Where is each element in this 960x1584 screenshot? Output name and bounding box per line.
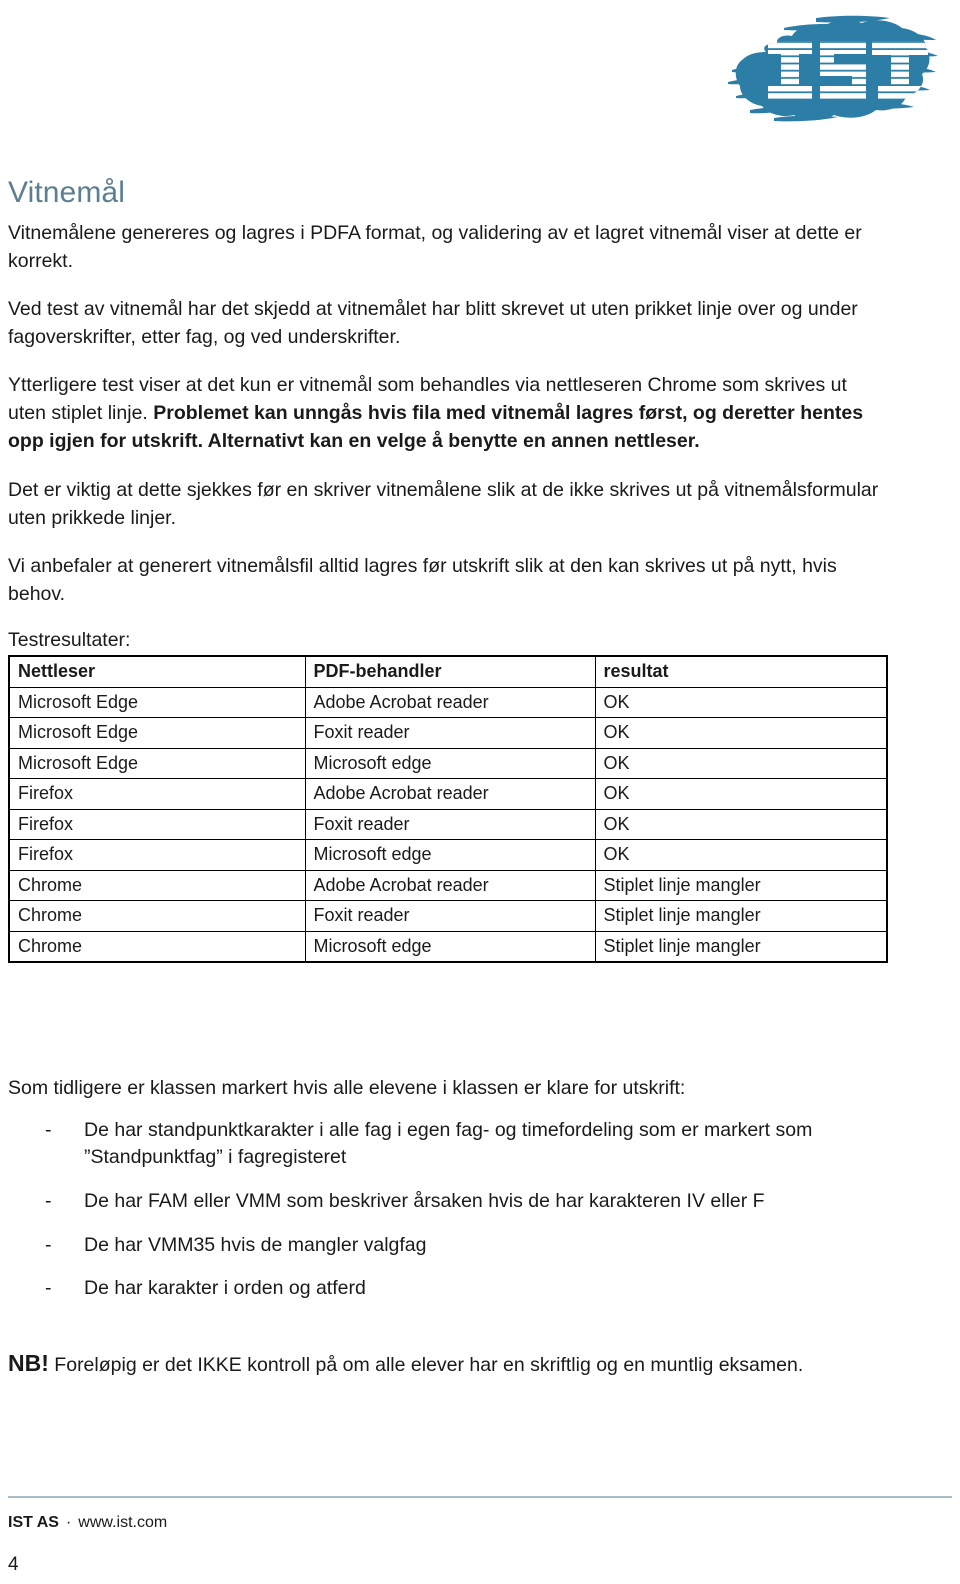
cell-browser: Firefox <box>8 778 306 810</box>
ist-wordmark <box>768 41 928 99</box>
paragraph-warning-check: Det er viktig at dette sjekkes før en sk… <box>8 476 888 532</box>
table-row: Chrome Microsoft edge Stiplet linje mang… <box>8 930 888 963</box>
cell-pdf-handler: Adobe Acrobat reader <box>304 778 596 810</box>
paragraph-text: Det er viktig at dette sjekkes før en sk… <box>8 478 879 529</box>
cell-browser: Chrome <box>8 930 306 963</box>
list-item-label: De har VMM35 hvis de mangler valgfag <box>84 1233 427 1256</box>
paragraph-text: Vitnemålene genereres og lagres i PDFA f… <box>8 222 862 273</box>
note-line: NB! Foreløpig er det IKKE kontroll på om… <box>8 1347 900 1379</box>
cell-pdf-handler: Microsoft edge <box>304 930 596 963</box>
cell-result: Stiplet linje mangler <box>594 900 888 932</box>
cell-pdf-handler: Foxit reader <box>304 808 596 841</box>
note-marker: NB! <box>8 1349 49 1376</box>
cell-browser: Chrome <box>8 900 306 932</box>
dash-marker-icon: - <box>45 1189 52 1212</box>
dash-marker-icon: - <box>45 1233 52 1256</box>
footer-separator: · <box>65 1514 72 1531</box>
list-item-label: De har standpunktkarakter i alle fag i e… <box>84 1118 813 1169</box>
cell-pdf-handler: Foxit reader <box>304 717 596 749</box>
cell-result: OK <box>594 778 888 810</box>
cell-result: OK <box>594 686 888 719</box>
cell-pdf-handler: Adobe Acrobat reader <box>304 869 596 902</box>
list-item-label: De har FAM eller VMM som beskriver årsak… <box>84 1189 765 1212</box>
page-title: Vitnemål <box>8 176 125 209</box>
page-number: 4 <box>8 1554 19 1575</box>
ist-logo <box>726 14 938 126</box>
cell-result: Stiplet linje mangler <box>594 930 888 963</box>
note-text: Foreløpig er det IKKE kontroll på om all… <box>48 1353 804 1376</box>
cell-browser: Microsoft Edge <box>8 717 306 749</box>
footer-website: www.ist.com <box>78 1514 168 1531</box>
table-caption: Testresultater: <box>8 628 131 651</box>
list-item: - De har VMM35 hvis de mangler valgfag <box>8 1232 900 1260</box>
test-results-table: Nettleser PDF-behandler resultat Microso… <box>8 655 888 964</box>
paragraph-test-observation: Ved test av vitnemål har det skjedd at v… <box>8 295 888 351</box>
document-page: Vitnemål Vitnemålene genereres og lagres… <box>0 0 960 1584</box>
paragraph-intro: Vitnemålene genereres og lagres i PDFA f… <box>8 219 888 275</box>
list-item: - De har FAM eller VMM som beskriver års… <box>8 1188 900 1216</box>
table-row: Firefox Adobe Acrobat reader OK <box>8 778 888 810</box>
cell-browser: Microsoft Edge <box>8 747 306 780</box>
cell-browser: Firefox <box>8 839 306 871</box>
column-header-nettleser: Nettleser <box>8 655 306 688</box>
paragraph-recommendation: Vi anbefaler at generert vitnemålsfil al… <box>8 552 888 608</box>
cell-result: OK <box>594 747 888 780</box>
dash-marker-icon: - <box>45 1118 52 1141</box>
paragraph-text: Vi anbefaler at generert vitnemålsfil al… <box>8 554 837 605</box>
requirements-list: - De har standpunktkarakter i alle fag i… <box>8 1117 900 1303</box>
cell-result: Stiplet linje mangler <box>594 869 888 902</box>
page-footer: IST AS · www.ist.com 4 <box>8 1474 952 1584</box>
footer-divider <box>8 1496 952 1498</box>
column-header-pdf-behandler: PDF-behandler <box>304 655 596 688</box>
list-item-label: De har karakter i orden og atferd <box>84 1277 366 1300</box>
cell-pdf-handler: Microsoft edge <box>304 839 596 871</box>
column-header-resultat: resultat <box>594 655 888 688</box>
cell-browser: Chrome <box>8 869 306 902</box>
dash-marker-icon: - <box>45 1277 52 1300</box>
table-row: Microsoft Edge Foxit reader OK <box>8 717 888 749</box>
footer-company: IST AS <box>8 1514 59 1531</box>
table-row: Microsoft Edge Adobe Acrobat reader OK <box>8 686 888 719</box>
footer-identity: IST AS · www.ist.com <box>8 1514 167 1532</box>
cell-result: OK <box>594 808 888 841</box>
table-row: Firefox Microsoft edge OK <box>8 839 888 871</box>
page-header <box>0 0 960 150</box>
cell-pdf-handler: Microsoft edge <box>304 747 596 780</box>
paragraph-text: Ved test av vitnemål har det skjedd at v… <box>8 298 858 349</box>
list-item: - De har standpunktkarakter i alle fag i… <box>8 1117 900 1172</box>
cell-browser: Firefox <box>8 808 306 841</box>
paragraph-chrome-issue: Ytterligere test viser at det kun er vit… <box>8 371 888 455</box>
closing-lead: Som tidligere er klassen markert hvis al… <box>8 1077 686 1100</box>
list-item: - De har karakter i orden og atferd <box>8 1275 900 1303</box>
table-header-row: Nettleser PDF-behandler resultat <box>8 655 888 688</box>
cell-result: OK <box>594 717 888 749</box>
cell-pdf-handler: Adobe Acrobat reader <box>304 686 596 719</box>
cell-pdf-handler: Foxit reader <box>304 900 596 932</box>
closing-section: Som tidligere er klassen markert hvis al… <box>8 1075 900 1379</box>
table-row: Chrome Adobe Acrobat reader Stiplet linj… <box>8 869 888 902</box>
cell-result: OK <box>594 839 888 871</box>
table-row: Microsoft Edge Microsoft edge OK <box>8 747 888 780</box>
document-body: Vitnemål Vitnemålene genereres og lagres… <box>8 176 900 1399</box>
table-row: Firefox Foxit reader OK <box>8 808 888 841</box>
table-row: Chrome Foxit reader Stiplet linje mangle… <box>8 900 888 932</box>
cell-browser: Microsoft Edge <box>8 686 306 719</box>
